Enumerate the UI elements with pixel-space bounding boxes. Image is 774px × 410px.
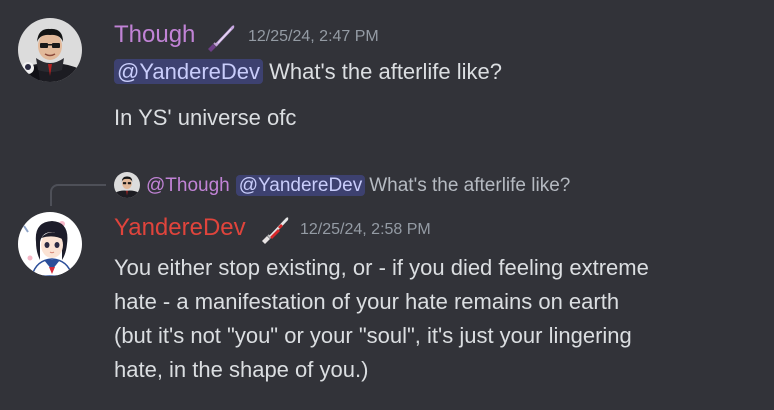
reply-avatar[interactable] <box>114 172 140 198</box>
message-author[interactable]: YandereDev <box>114 214 246 242</box>
avatar-though-icon <box>18 18 82 82</box>
message-text: hate, in the shape of you.) <box>114 357 369 382</box>
reply-mention[interactable]: @YandereDev <box>235 175 366 196</box>
avatar-yanderedev[interactable] <box>18 212 82 276</box>
purple-knife-icon <box>204 21 238 55</box>
message-line: hate, in the shape of you.) <box>114 357 368 383</box>
avatar-though[interactable] <box>18 18 82 82</box>
message-timestamp[interactable]: 12/25/24, 2:58 PM <box>300 221 431 239</box>
message-line: You either stop existing, or - if you di… <box>114 255 649 281</box>
reply-text: What's the afterlife like? <box>369 175 571 196</box>
avatar-though-small-icon <box>114 172 140 198</box>
reply-author[interactable]: @Though <box>146 175 230 196</box>
avatar-yandere-icon <box>18 212 82 276</box>
message-line: hate - a manifestation of your hate rema… <box>114 289 619 315</box>
message-line: In YS' universe ofc <box>114 105 296 131</box>
message-line: (but it's not "you" or your "soul", it's… <box>114 323 632 349</box>
message-text: (but it's not "you" or your "soul", it's… <box>114 323 632 348</box>
reply-preview[interactable]: @Though @YandereDev What's the afterlife l… <box>146 172 570 200</box>
reply-spine <box>50 184 106 206</box>
message-text: hate - a manifestation of your hate rema… <box>114 289 620 314</box>
message-text: What's the afterlife like? <box>263 59 502 84</box>
message-text: In YS' universe ofc <box>114 105 297 130</box>
message-line: @YandereDev What's the afterlife like? <box>114 59 502 85</box>
red-knife-icon <box>258 213 292 247</box>
message-author[interactable]: Though <box>114 21 195 49</box>
message-text: You either stop existing, or - if you di… <box>114 255 649 280</box>
mention-yanderedev[interactable]: @YandereDev <box>114 59 263 84</box>
message-timestamp[interactable]: 12/25/24, 2:47 PM <box>248 28 379 46</box>
